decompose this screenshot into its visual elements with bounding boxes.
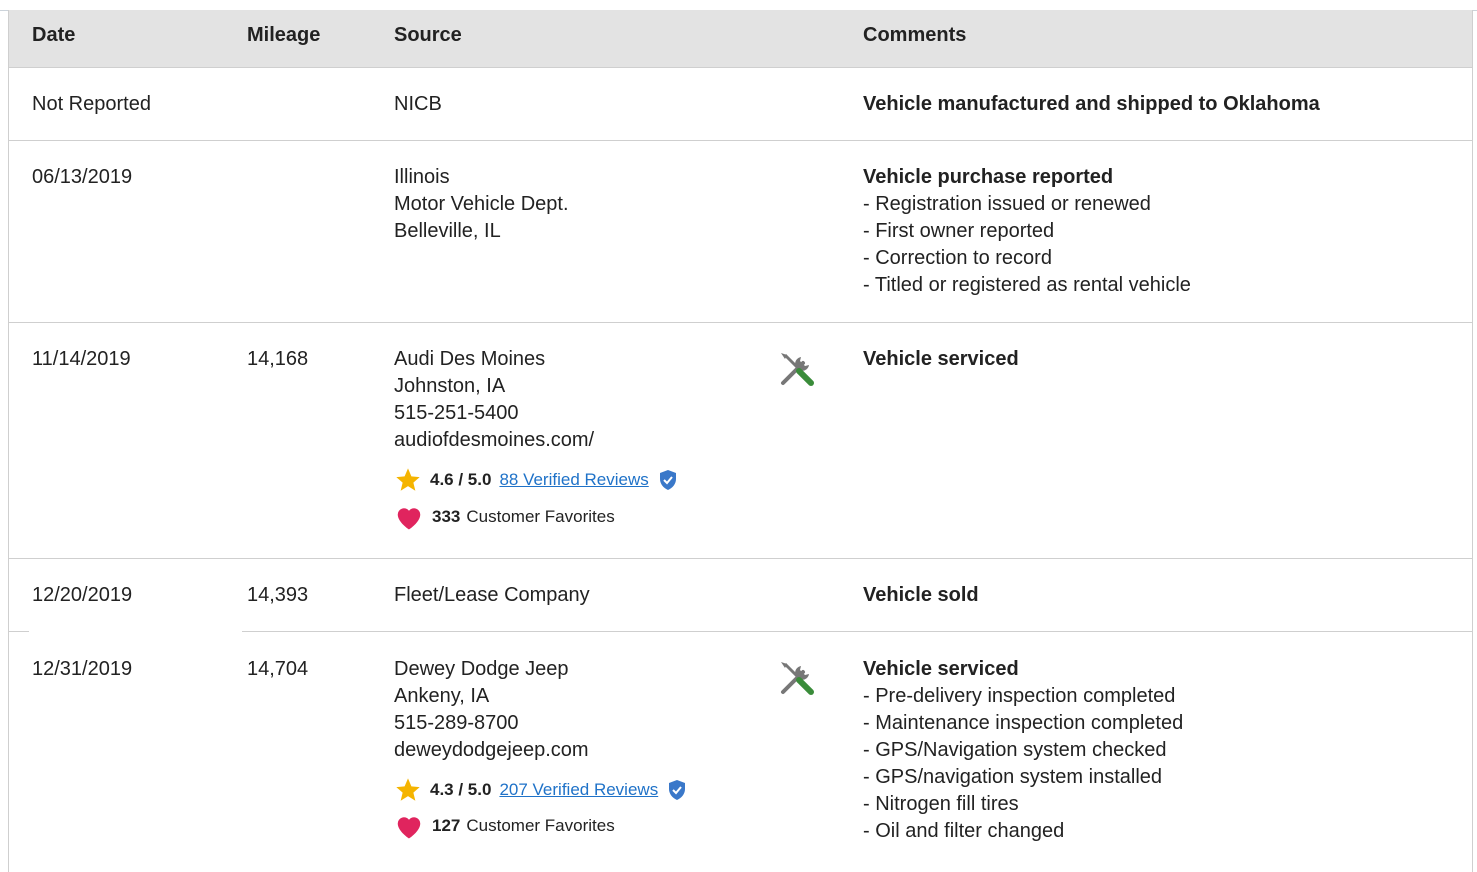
row-comment-title: Vehicle manufactured and shipped to Okla… bbox=[863, 93, 1320, 115]
row-source: Audi Des Moines Johnston, IA 515-251-540… bbox=[394, 346, 594, 454]
header-source[interactable]: Source bbox=[394, 24, 462, 47]
table-header: Date Mileage Source Comments bbox=[9, 10, 1472, 68]
row-source: NICB bbox=[394, 91, 442, 118]
comment-item: Oil and filter changed bbox=[863, 818, 1183, 845]
comment-item: Maintenance inspection completed bbox=[863, 710, 1183, 737]
row-mileage: 14,704 bbox=[247, 658, 309, 680]
row-date: 11/14/2019 bbox=[32, 348, 131, 370]
verified-shield-icon bbox=[669, 780, 686, 800]
row-source: Dewey Dodge Jeep Ankeny, IA 515-289-8700… bbox=[394, 656, 589, 764]
source-line: Illinois bbox=[394, 166, 450, 188]
source-line: Fleet/Lease Company bbox=[394, 584, 590, 606]
source-line: Motor Vehicle Dept. bbox=[394, 193, 569, 215]
row-comments: Vehicle serviced Pre-delivery inspection… bbox=[863, 656, 1183, 845]
source-line: NICB bbox=[394, 93, 442, 115]
row-comment-title: Vehicle serviced bbox=[863, 658, 1019, 680]
comment-item: Correction to record bbox=[863, 245, 1191, 272]
dealer-website[interactable]: audiofdesmoines.com/ bbox=[394, 427, 594, 454]
source-line: Belleville, IL bbox=[394, 220, 501, 242]
row-comment-title: Vehicle serviced bbox=[863, 348, 1019, 370]
dealer-website[interactable]: deweydodgejeep.com bbox=[394, 737, 589, 764]
dealer-phone[interactable]: 515-251-5400 bbox=[394, 400, 594, 427]
dealer-location: Ankeny, IA bbox=[394, 685, 490, 707]
comment-item: Nitrogen fill tires bbox=[863, 791, 1183, 818]
favorites-count: 127 bbox=[432, 816, 461, 835]
header-mileage[interactable]: Mileage bbox=[247, 24, 320, 47]
table-row: Not Reported NICB Vehicle manufactured a… bbox=[9, 68, 1472, 141]
header-comments[interactable]: Comments bbox=[863, 24, 966, 47]
row-date: 06/13/2019 bbox=[32, 166, 133, 188]
dealer-name[interactable]: Dewey Dodge Jeep bbox=[394, 656, 589, 683]
rating-score: 4.6 / 5.0 bbox=[430, 470, 492, 489]
rating-score: 4.3 / 5.0 bbox=[430, 780, 492, 799]
row-comments: Vehicle purchase reported Registration i… bbox=[863, 164, 1191, 299]
row-date: 12/31/2019 bbox=[32, 658, 133, 680]
customer-favorites: 333 Customer Favorites bbox=[394, 503, 615, 531]
verified-reviews-link[interactable]: 88 Verified Reviews bbox=[499, 468, 648, 492]
dealer-rating: 4.3 / 5.0 207 Verified Reviews bbox=[394, 776, 686, 804]
heart-icon bbox=[397, 817, 421, 839]
row-mileage: 14,393 bbox=[247, 584, 309, 606]
verified-shield-icon bbox=[659, 470, 676, 490]
comment-item: GPS/Navigation system checked bbox=[863, 737, 1183, 764]
dealer-rating: 4.6 / 5.0 88 Verified Reviews bbox=[394, 466, 677, 494]
row-date: Not Reported bbox=[32, 93, 151, 115]
table-row: 11/14/2019 14,168 Audi Des Moines Johnst… bbox=[9, 323, 1472, 559]
comment-item: Titled or registered as rental vehicle bbox=[863, 272, 1191, 299]
table-row: 06/13/2019 Illinois Motor Vehicle Dept. … bbox=[9, 141, 1472, 323]
favorites-count: 333 bbox=[432, 507, 461, 526]
favorites-label: Customer Favorites bbox=[466, 507, 615, 526]
comment-list: Pre-delivery inspection completed Mainte… bbox=[863, 683, 1183, 845]
wrench-screwdriver-icon bbox=[777, 658, 817, 706]
verified-reviews-link[interactable]: 207 Verified Reviews bbox=[499, 778, 658, 802]
dealer-phone[interactable]: 515-289-8700 bbox=[394, 710, 589, 737]
table-row: 12/31/2019 14,704 Dewey Dodge Jeep Anken… bbox=[9, 632, 1472, 872]
heart-icon bbox=[397, 508, 421, 530]
row-mileage: 14,168 bbox=[247, 348, 309, 370]
dealer-location: Johnston, IA bbox=[394, 375, 506, 397]
row-comment-title: Vehicle sold bbox=[863, 584, 979, 606]
dealer-name[interactable]: Audi Des Moines bbox=[394, 346, 594, 373]
star-icon bbox=[396, 468, 420, 491]
row-comment-title: Vehicle purchase reported bbox=[863, 166, 1114, 188]
comment-item: GPS/navigation system installed bbox=[863, 764, 1183, 791]
table-row: 12/20/2019 14,393 Fleet/Lease Company Ve… bbox=[9, 559, 1472, 632]
wrench-screwdriver-icon bbox=[777, 349, 817, 397]
customer-favorites: 127 Customer Favorites bbox=[394, 812, 615, 840]
row-date: 12/20/2019 bbox=[32, 584, 133, 606]
comment-list: Registration issued or renewed First own… bbox=[863, 191, 1191, 299]
comment-item: Pre-delivery inspection completed bbox=[863, 683, 1183, 710]
favorites-label: Customer Favorites bbox=[466, 816, 615, 835]
comment-item: First owner reported bbox=[863, 218, 1191, 245]
header-date[interactable]: Date bbox=[32, 24, 75, 47]
history-table: Date Mileage Source Comments Not Reporte… bbox=[8, 10, 1473, 872]
star-icon bbox=[396, 778, 420, 801]
row-source: Fleet/Lease Company bbox=[394, 582, 590, 609]
row-source: Illinois Motor Vehicle Dept. Belleville,… bbox=[394, 164, 569, 245]
comment-item: Registration issued or renewed bbox=[863, 191, 1191, 218]
